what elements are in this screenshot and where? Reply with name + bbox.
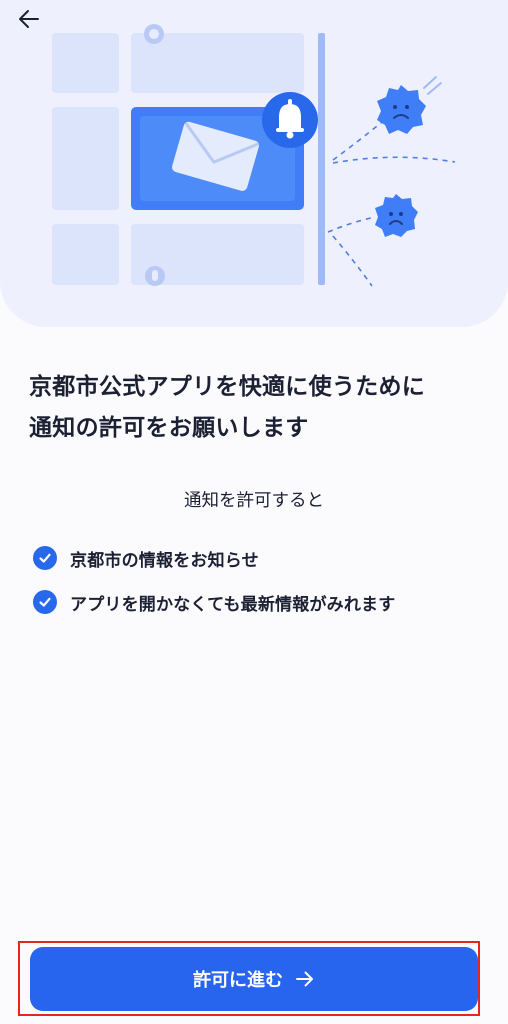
benefit-list: 京都市の情報をお知らせ アプリを開かなくても最新情報がみれます	[33, 536, 395, 624]
arrow-left-icon	[19, 10, 39, 28]
bell-icon	[262, 92, 318, 148]
title-line: 京都市公式アプリを快適に使うために	[29, 374, 426, 400]
benefit-label: 京都市の情報をお知らせ	[70, 550, 259, 571]
map-tile	[52, 33, 119, 93]
list-item: アプリを開かなくても最新情報がみれます	[33, 580, 395, 624]
hero-illustration	[0, 0, 508, 327]
map-tile	[52, 107, 119, 210]
proceed-to-permission-button[interactable]: 許可に進む	[30, 947, 478, 1011]
list-item: 京都市の情報をお知らせ	[33, 536, 395, 580]
map-pin-icon	[144, 24, 164, 44]
notification-illustration	[52, 24, 456, 287]
map-tile	[52, 224, 119, 285]
check-circle-icon	[33, 546, 57, 570]
page-title: 京都市公式アプリを快適に使うために 通知の許可をお願いします	[29, 367, 489, 449]
benefits-heading: 通知を許可すると	[184, 491, 324, 511]
back-button[interactable]	[18, 8, 52, 42]
arrow-right-icon	[296, 971, 313, 987]
benefit-label: アプリを開かなくても最新情報がみれます	[70, 594, 396, 615]
title-line: 通知の許可をお願いします	[29, 415, 309, 441]
check-circle-icon	[33, 590, 57, 614]
frown-badge-icon	[377, 85, 426, 134]
phone-edge	[318, 33, 325, 285]
cta-label: 許可に進む	[193, 970, 283, 991]
frown-badge-icon	[375, 194, 418, 237]
map-pin-icon	[145, 266, 165, 286]
